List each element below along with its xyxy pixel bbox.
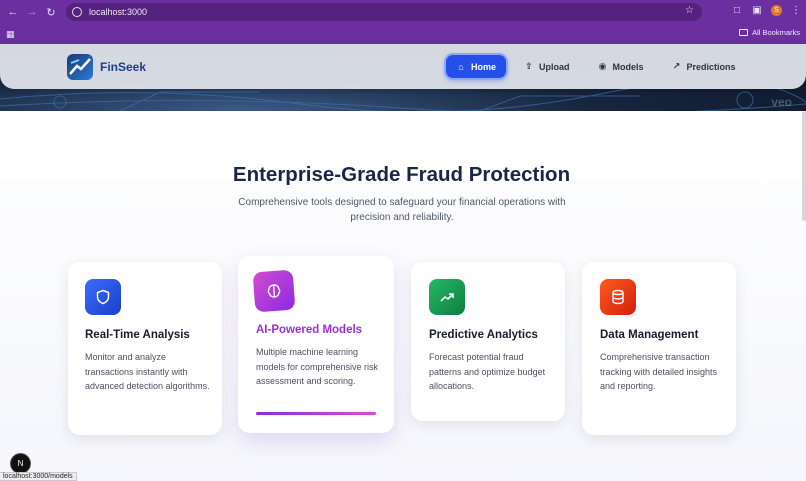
feature-card-real-time-analysis[interactable]: Real-Time Analysis Monitor and analyze t…	[68, 262, 222, 435]
highlight-bar	[256, 412, 376, 415]
shield-icon	[85, 279, 121, 315]
card-description: Monitor and analyze transactions instant…	[85, 352, 210, 391]
card-description: Forecast potential fraud patterns and op…	[429, 352, 546, 391]
database-icon	[600, 279, 636, 315]
browser-chrome: ← → ↻ localhost:3000 ☆ □ ▣ S ⋮ ▦ All Boo…	[0, 0, 806, 44]
cast-icon[interactable]: ▣	[751, 4, 763, 16]
nav-upload-label: Upload	[539, 61, 570, 72]
models-icon: ◉	[598, 61, 607, 71]
brain-icon	[252, 269, 296, 313]
bookmarks-bar: ▦ All Bookmarks	[0, 24, 806, 44]
home-icon: ⌂	[458, 61, 464, 72]
status-url: localhost:3000/models	[0, 472, 77, 481]
card-title: AI-Powered Models	[256, 324, 363, 336]
hero-watermark: veo	[771, 95, 792, 109]
trend-up-icon: ↗	[672, 61, 681, 71]
back-icon[interactable]: ←	[6, 5, 20, 19]
nav-predictions[interactable]: ↗ Predictions	[662, 55, 746, 78]
upload-icon: ⇧	[525, 61, 533, 71]
section-title: Enterprise-Grade Fraud Protection	[232, 163, 571, 186]
all-bookmarks-label: All Bookmarks	[752, 28, 800, 37]
features-section: Enterprise-Grade Fraud Protection Compre…	[0, 111, 806, 481]
address-bar[interactable]: localhost:3000 ☆	[66, 3, 702, 21]
address-url: localhost:3000	[89, 7, 148, 17]
feature-card-data-management[interactable]: Data Management Comprehensive transactio…	[582, 262, 736, 435]
feature-card-ai-powered-models[interactable]: AI-Powered Models Multiple machine learn…	[238, 256, 394, 433]
reload-icon[interactable]: ↻	[44, 5, 58, 19]
page-scrollbar[interactable]	[802, 111, 806, 221]
extensions-icon[interactable]: □	[731, 4, 743, 16]
nav-home-label: Home	[471, 61, 497, 72]
folder-icon	[739, 29, 749, 36]
site-info-icon[interactable]	[72, 7, 82, 17]
nav-links: ⌂ Home ⇧ Upload ◉ Models ↗ Predictions	[446, 55, 746, 78]
apps-grid-icon[interactable]: ▦	[6, 29, 15, 40]
site-navbar: FinSeek ⌂ Home ⇧ Upload ◉ Models ↗ Predi…	[0, 44, 806, 89]
profile-avatar[interactable]: S	[771, 4, 782, 16]
forward-icon[interactable]: →	[25, 5, 39, 19]
nav-home[interactable]: ⌂ Home	[446, 55, 507, 78]
trend-up-icon	[429, 279, 465, 315]
finseek-logo-icon[interactable]	[67, 54, 93, 80]
card-title: Real-Time Analysis	[85, 329, 190, 341]
card-description: Multiple machine learning models for com…	[256, 347, 379, 386]
nav-predictions-label: Predictions	[686, 61, 736, 72]
card-title: Data Management	[600, 329, 699, 341]
feature-card-predictive-analytics[interactable]: Predictive Analytics Forecast potential …	[411, 262, 565, 421]
all-bookmarks[interactable]: All Bookmarks	[739, 28, 800, 37]
devtools-badge[interactable]: N	[10, 453, 31, 474]
brand-name[interactable]: FinSeek	[100, 60, 146, 74]
nav-models-label: Models	[612, 61, 644, 72]
card-description: Comprehensive transaction tracking with …	[600, 352, 718, 391]
menu-kebab-icon[interactable]: ⋮	[790, 4, 802, 16]
nav-upload[interactable]: ⇧ Upload	[514, 55, 580, 78]
bookmark-star-icon[interactable]: ☆	[685, 5, 694, 16]
section-subtitle: Comprehensive tools designed to safeguar…	[238, 197, 566, 223]
card-title: Predictive Analytics	[429, 329, 538, 341]
nav-models[interactable]: ◉ Models	[588, 55, 654, 78]
toolbar: ← → ↻ localhost:3000 ☆ □ ▣ S ⋮	[0, 0, 806, 24]
